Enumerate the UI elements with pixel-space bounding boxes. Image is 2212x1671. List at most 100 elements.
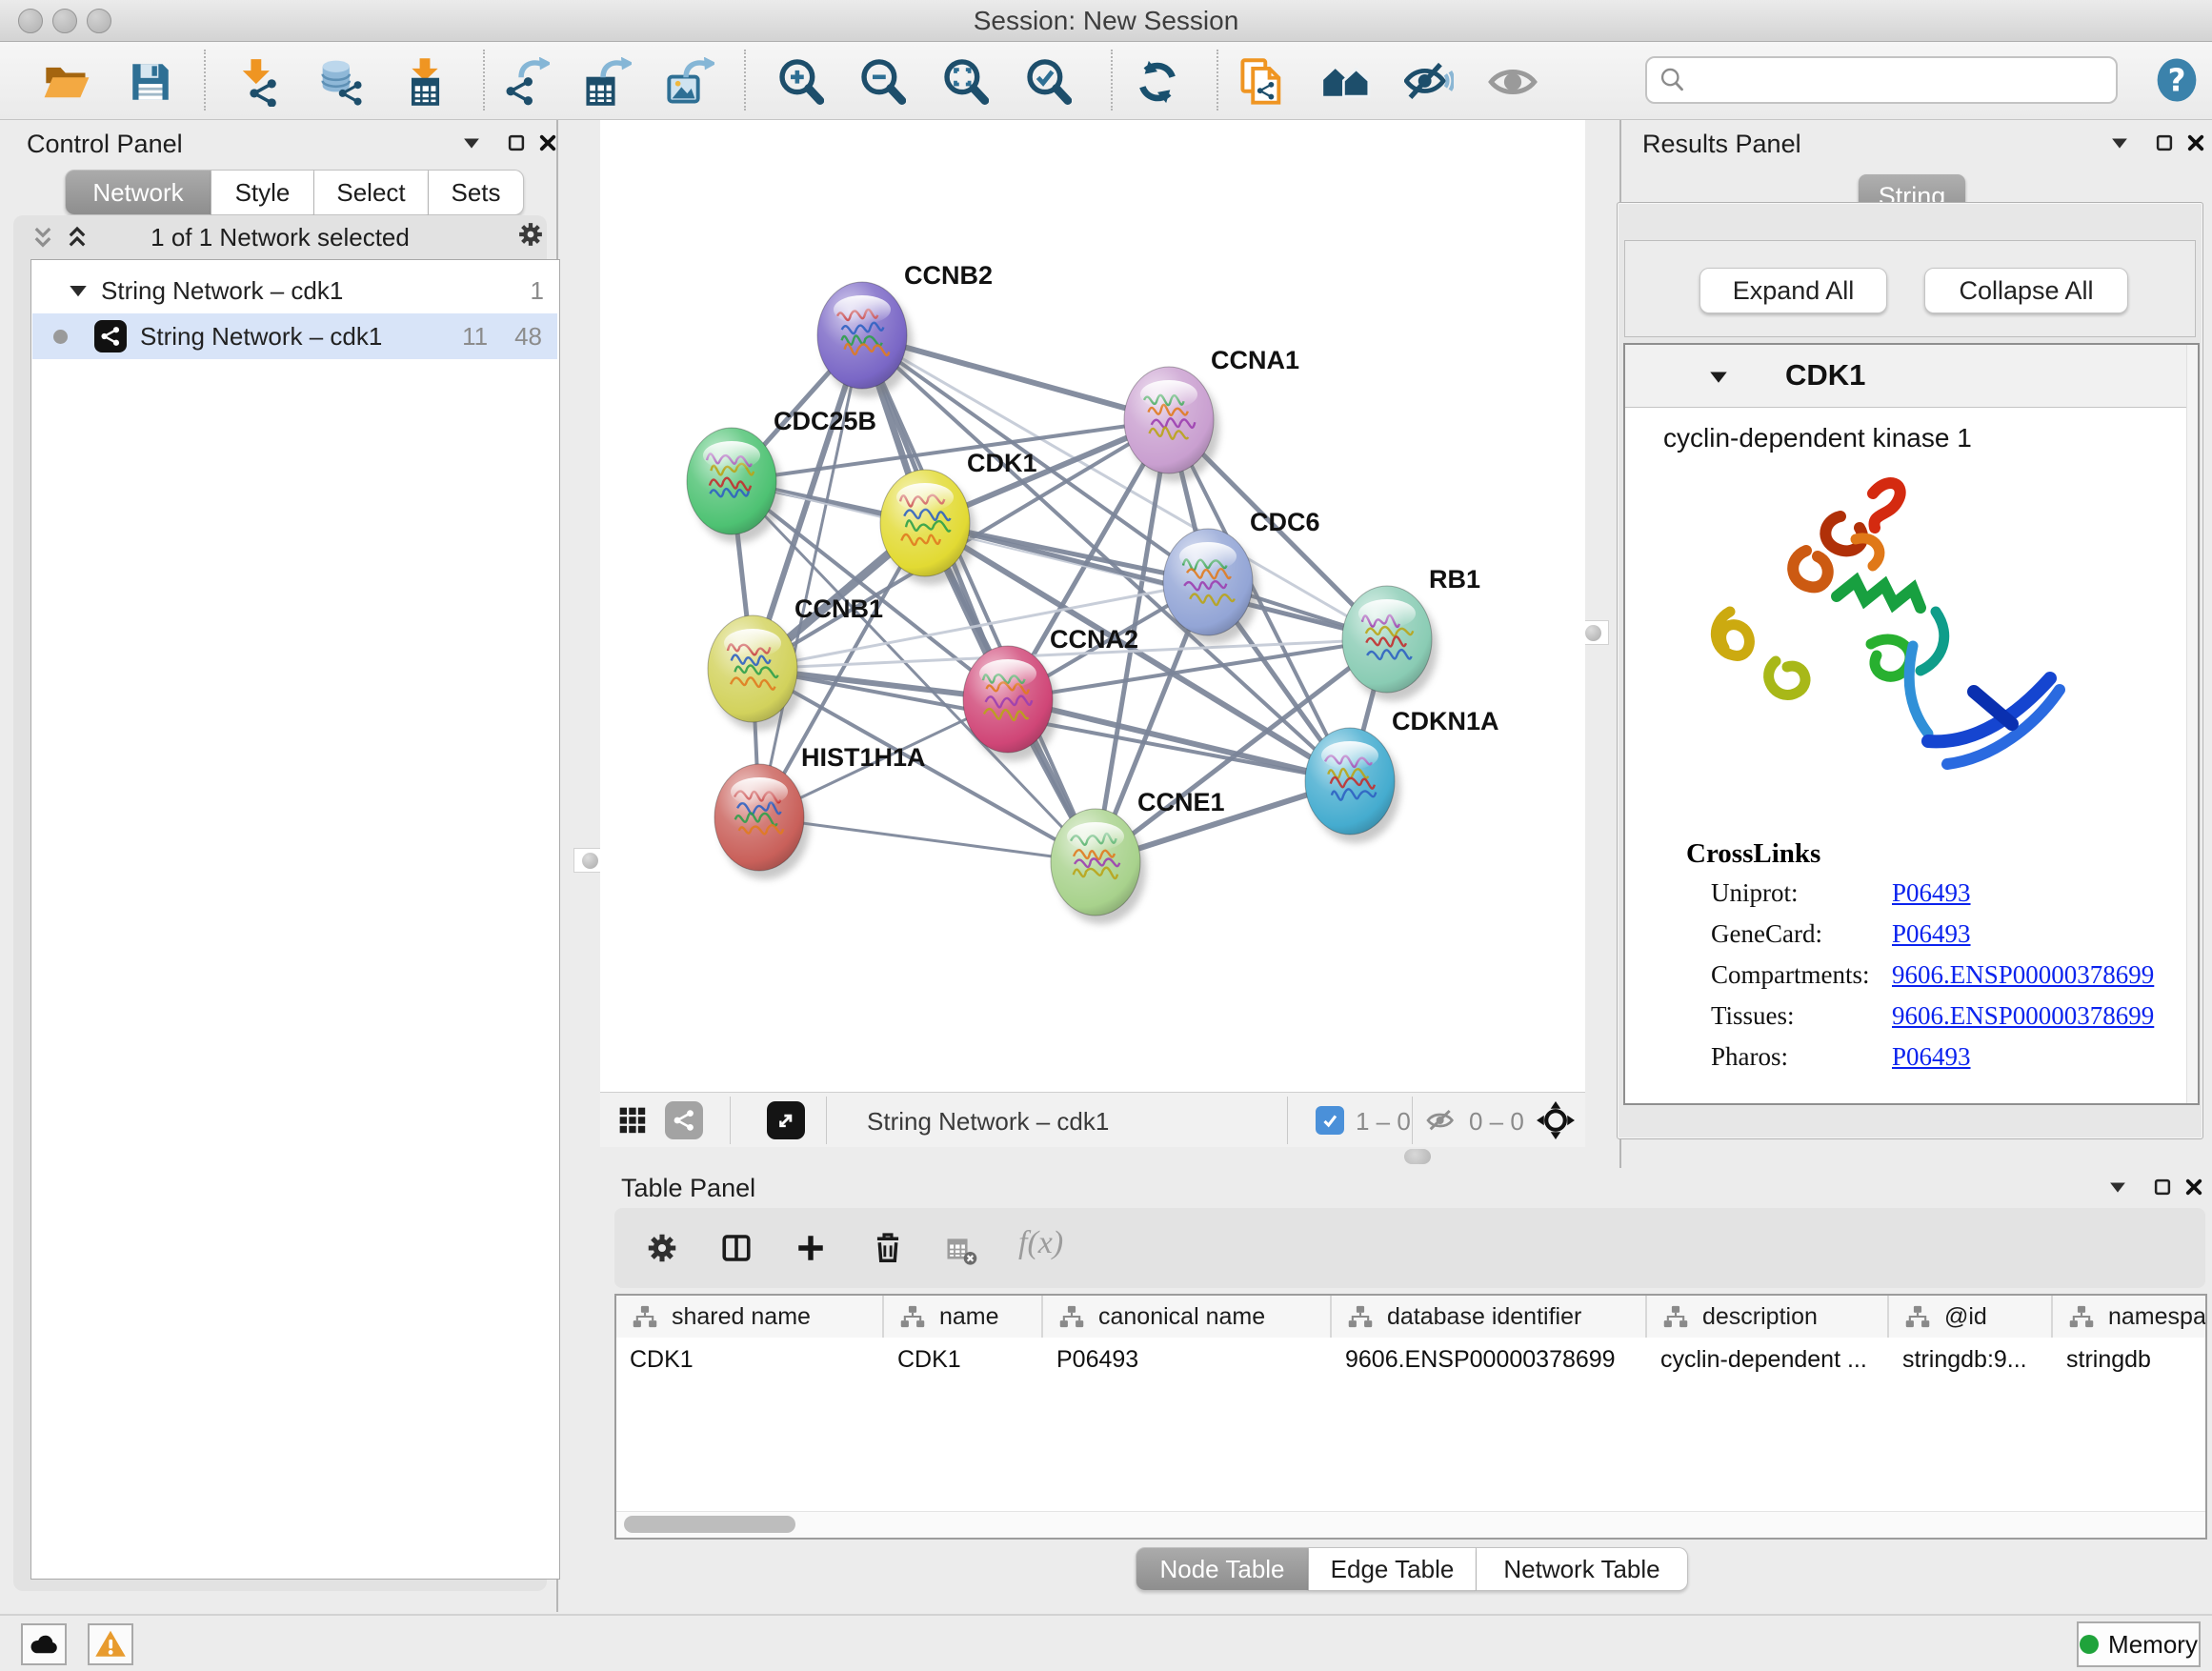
table-cell[interactable]: CDK1	[884, 1339, 1043, 1379]
column-header-shared-name[interactable]: shared name	[616, 1296, 884, 1338]
new-network-from-selection-button[interactable]	[1235, 54, 1290, 110]
tab-network-table[interactable]: Network Table	[1477, 1547, 1688, 1591]
network-canvas[interactable]: CCNB2CCNA1CDC25BCDK1CDC6RB1CCNB1CCNA2CDK…	[600, 120, 1585, 1092]
collection-expander-icon[interactable]	[69, 283, 88, 298]
panel-menu-icon[interactable]	[2103, 1172, 2132, 1202]
export-image-button[interactable]	[662, 54, 717, 110]
import-network-from-database-button[interactable]	[312, 54, 367, 110]
tab-edge-table[interactable]: Edge Table	[1309, 1547, 1477, 1591]
export-network-button[interactable]	[497, 54, 553, 110]
crosslink-link[interactable]: P06493	[1892, 1042, 1971, 1072]
panel-menu-icon[interactable]	[2105, 128, 2134, 158]
import-network-button[interactable]	[231, 54, 286, 110]
tab-select[interactable]: Select	[314, 170, 429, 215]
crosslink-link[interactable]: 9606.ENSP00000378699	[1892, 1001, 2154, 1031]
column-header-description[interactable]: description	[1647, 1296, 1889, 1338]
network-collection-row[interactable]: String Network – cdk1 1	[32, 268, 557, 313]
column-sort-icon	[632, 1303, 658, 1330]
crosslinks-list: Uniprot:P06493GeneCard:P06493Compartment…	[1711, 878, 2187, 1097]
help-icon: ?	[2152, 55, 2202, 105]
column-header-name[interactable]: name	[884, 1296, 1043, 1338]
column-header-namespace[interactable]: namespace	[2053, 1296, 2207, 1338]
birdseye-icon[interactable]	[1536, 1100, 1576, 1145]
collapse-all-networks-icon[interactable]	[29, 221, 57, 252]
panel-close-icon[interactable]	[2182, 128, 2210, 158]
hscrollbar-thumb[interactable]	[624, 1516, 795, 1533]
goto-network-icon[interactable]	[767, 1101, 805, 1139]
import-table-button[interactable]	[397, 54, 452, 110]
warnings-button[interactable]	[88, 1623, 133, 1665]
hidden-eye-icon[interactable]	[1425, 1105, 1458, 1140]
panel-close-icon[interactable]	[533, 128, 562, 158]
save-session-button[interactable]	[123, 54, 178, 110]
network-options-gear-icon[interactable]	[516, 219, 545, 250]
node-CCNE1[interactable]: CCNE1	[1051, 788, 1225, 924]
table-cell[interactable]: P06493	[1043, 1339, 1332, 1379]
table-cell[interactable]: stringdb:9...	[1889, 1339, 2053, 1379]
node-label-CDK1: CDK1	[967, 449, 1037, 477]
selected-checkbox-icon[interactable]	[1316, 1106, 1344, 1135]
crosslink-link[interactable]: 9606.ENSP00000378699	[1892, 960, 2154, 990]
section-expander-icon[interactable]	[1709, 370, 1728, 384]
network-graph[interactable]: CCNB2CCNA1CDC25BCDK1CDC6RB1CCNB1CCNA2CDK…	[600, 120, 1585, 1092]
results-scrollbar[interactable]	[2186, 345, 2198, 1103]
create-column-plus-icon[interactable]	[794, 1231, 828, 1270]
node-CDKN1A[interactable]: CDKN1A	[1305, 707, 1499, 843]
node-RB1[interactable]: RB1	[1342, 565, 1480, 701]
function-builder-icon[interactable]: f(x)	[1018, 1225, 1063, 1261]
horizontal-splitter-handle[interactable]	[1404, 1149, 1431, 1164]
panel-float-icon[interactable]	[2150, 128, 2179, 158]
apply-layout-button[interactable]	[1130, 54, 1185, 110]
export-image-icon	[665, 57, 714, 107]
node-label-CCNB1: CCNB1	[794, 594, 883, 623]
node-HIST1H1A[interactable]: HIST1H1A	[714, 743, 926, 879]
table-settings-gear-icon[interactable]	[645, 1231, 679, 1270]
tab-style[interactable]: Style	[211, 170, 314, 215]
table-cell[interactable]: 9606.ENSP00000378699	[1332, 1339, 1647, 1379]
crosslink-link[interactable]: P06493	[1892, 919, 1971, 949]
node-CDC6[interactable]: CDC6	[1163, 508, 1320, 644]
panel-menu-icon[interactable]	[457, 128, 486, 158]
zoom-selected-button[interactable]	[1020, 54, 1076, 110]
export-table-button[interactable]	[579, 54, 634, 110]
delete-table-icon[interactable]	[946, 1235, 978, 1272]
section-header-cdk1[interactable]: CDK1	[1625, 345, 2198, 408]
show-all-button[interactable]	[1485, 54, 1540, 110]
zoom-fit-button[interactable]	[937, 54, 993, 110]
panel-float-icon[interactable]	[502, 128, 531, 158]
table-cell[interactable]: CDK1	[616, 1339, 884, 1379]
column-header-canonical-name[interactable]: canonical name	[1043, 1296, 1332, 1338]
panel-float-icon[interactable]	[2148, 1172, 2177, 1202]
expand-all-networks-icon[interactable]	[63, 221, 91, 252]
network-row-selected[interactable]: String Network – cdk1 11 48	[32, 313, 557, 359]
column-header-database-identifier[interactable]: database identifier	[1332, 1296, 1647, 1338]
table-hscrollbar[interactable]	[616, 1511, 2205, 1538]
hide-selected-button[interactable]	[1401, 54, 1457, 110]
first-neighbors-button[interactable]	[1318, 54, 1374, 110]
table-cell[interactable]: cyclin-dependent ...	[1647, 1339, 1889, 1379]
show-columns-icon[interactable]	[719, 1231, 754, 1270]
tab-node-table[interactable]: Node Table	[1136, 1547, 1309, 1591]
grid-view-icon[interactable]	[617, 1105, 648, 1140]
crosslink-link[interactable]: P06493	[1892, 878, 1971, 908]
current-network-title: String Network – cdk1	[867, 1107, 1109, 1137]
table-cell[interactable]: stringdb	[2053, 1339, 2207, 1379]
memory-button[interactable]: Memory	[2077, 1621, 2201, 1667]
open-session-button[interactable]	[39, 54, 94, 110]
tab-sets[interactable]: Sets	[429, 170, 524, 215]
share-view-icon[interactable]	[665, 1101, 703, 1139]
expand-all-button[interactable]: Expand All	[1699, 268, 1887, 313]
collapse-all-button[interactable]: Collapse All	[1924, 268, 2128, 313]
tab-network[interactable]: Network	[65, 170, 211, 215]
help-button[interactable]: ?	[2149, 52, 2204, 108]
search-input[interactable]	[1645, 56, 2118, 104]
network-node-count: 11	[462, 322, 488, 352]
zoom-in-icon	[776, 58, 824, 106]
table-row[interactable]: CDK1CDK1P064939606.ENSP00000378699cyclin…	[616, 1339, 2205, 1379]
cloud-button[interactable]	[21, 1623, 67, 1665]
delete-column-trash-icon[interactable]	[870, 1229, 906, 1270]
zoom-in-button[interactable]	[773, 54, 828, 110]
column-header--id[interactable]: @id	[1889, 1296, 2053, 1338]
panel-close-icon[interactable]	[2180, 1172, 2208, 1202]
zoom-out-button[interactable]	[855, 54, 910, 110]
